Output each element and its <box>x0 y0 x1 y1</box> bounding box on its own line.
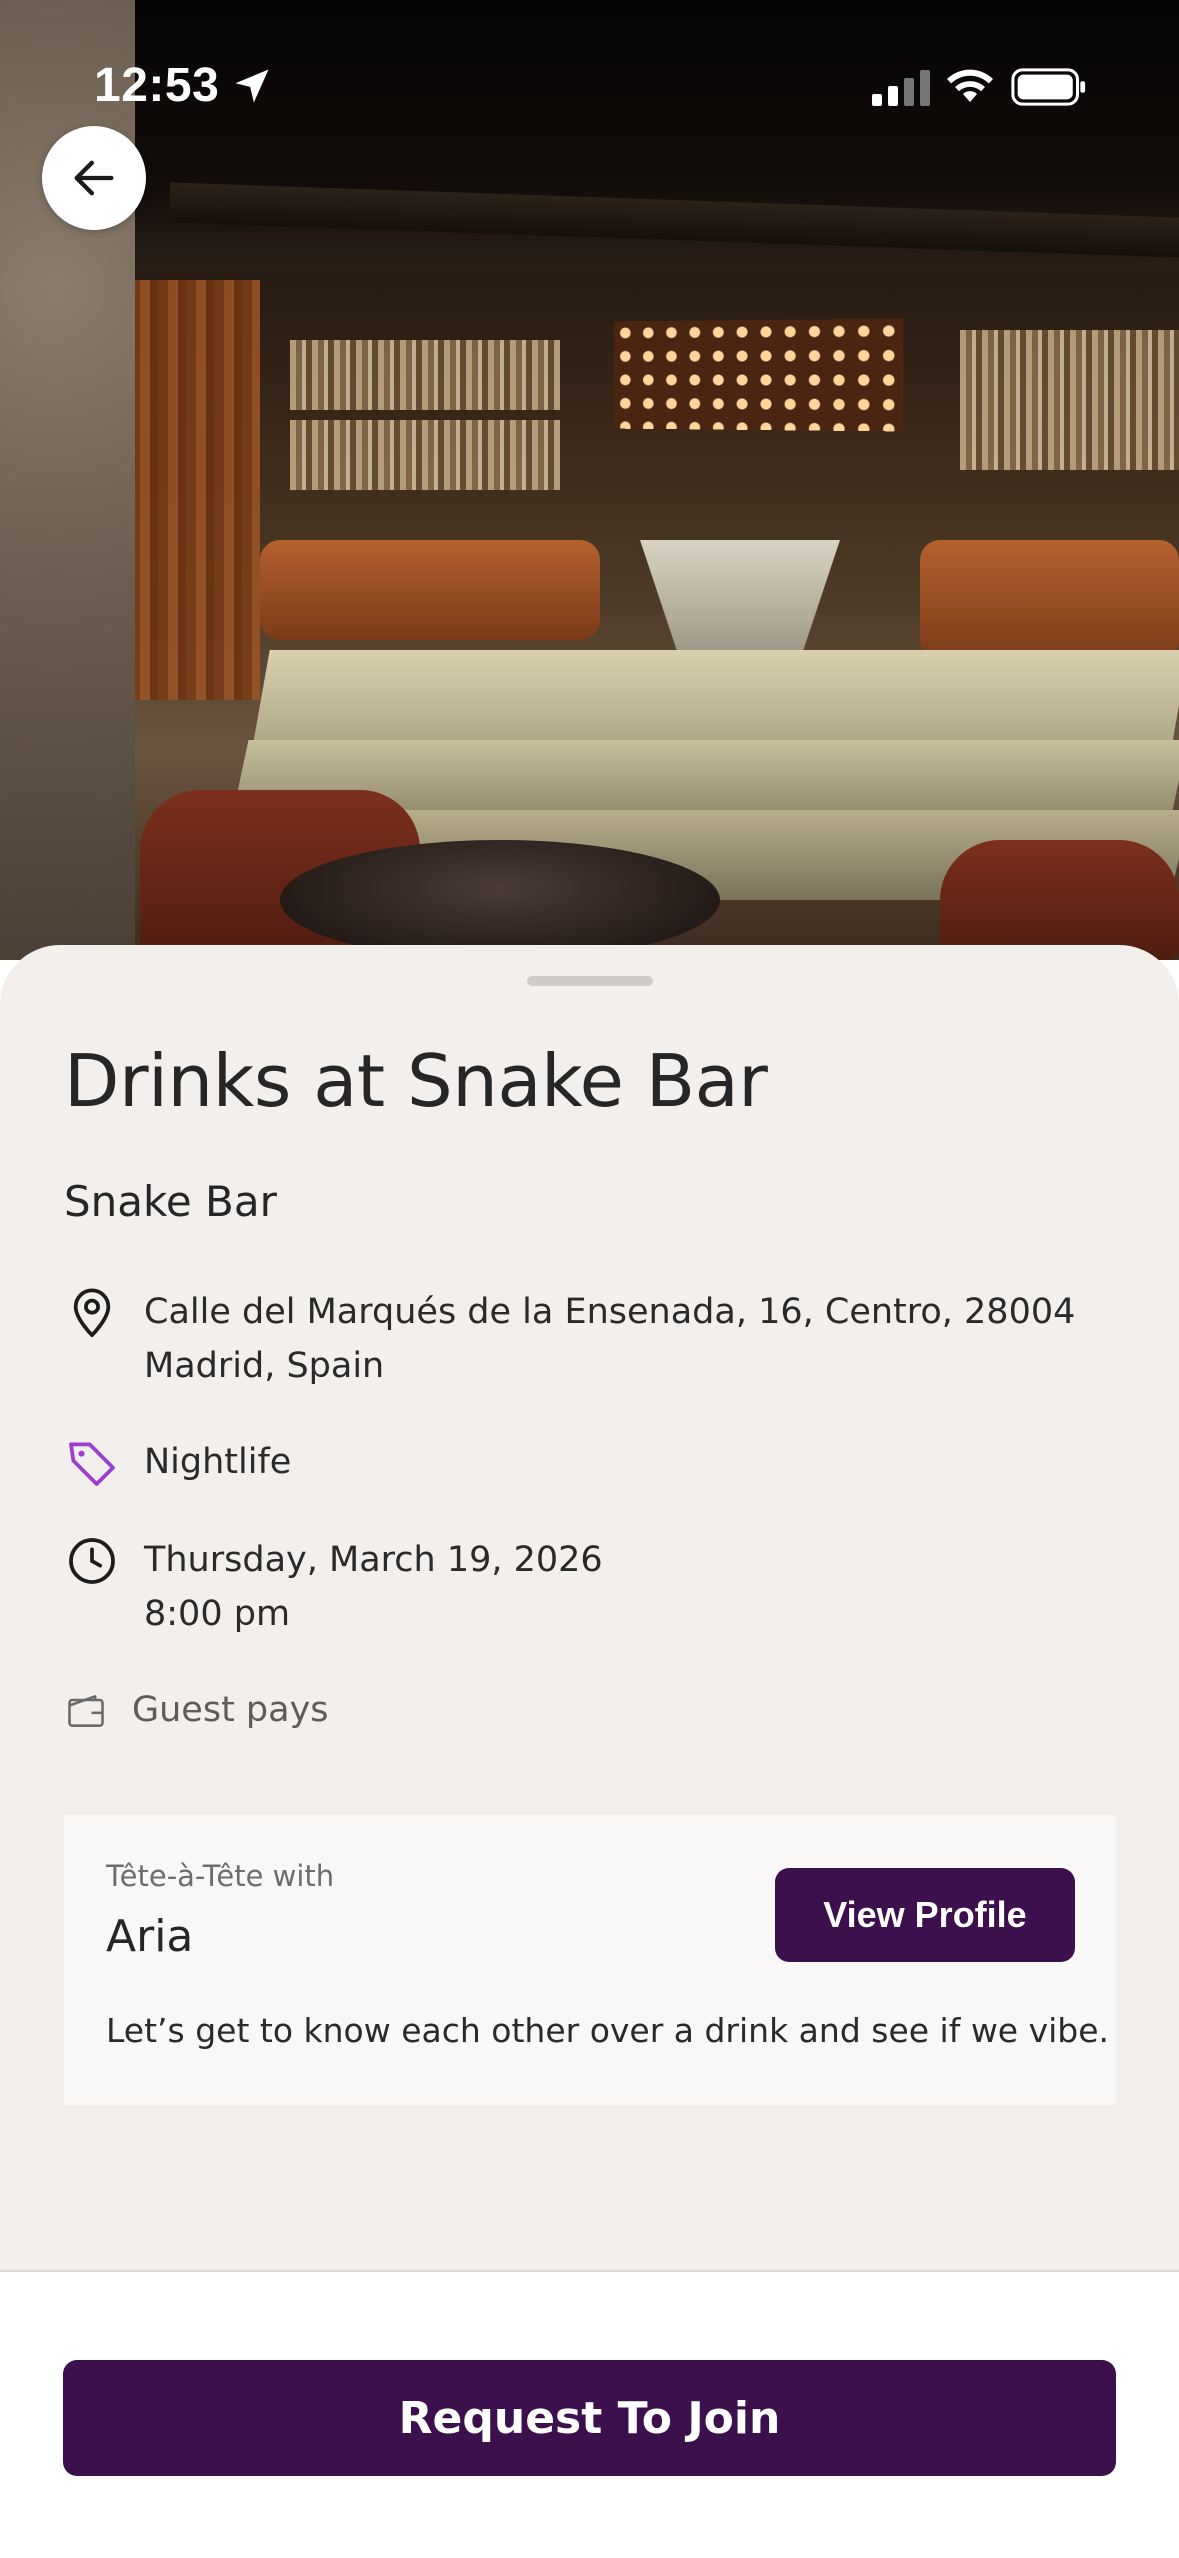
sheet-drag-handle[interactable] <box>527 976 653 986</box>
back-button[interactable] <box>42 126 146 230</box>
battery-icon <box>1011 68 1086 106</box>
category-row: Nightlife <box>64 1435 291 1491</box>
location-arrow-icon <box>235 69 269 103</box>
category-label: Nightlife <box>144 1442 292 1482</box>
clock-icon <box>69 1538 115 1584</box>
photo-curtain <box>130 280 260 700</box>
host-message: Let’s get to know each other over a drin… <box>106 2011 1110 2050</box>
wallet-icon <box>68 1695 104 1727</box>
photo-sofa <box>920 540 1179 660</box>
status-time: 12:53 <box>94 59 220 112</box>
photo-armchair <box>940 840 1179 960</box>
payment-row: Guest pays <box>64 1683 329 1737</box>
address-row: Calle del Marqués de la Ensenada, 16, Ce… <box>64 1285 1075 1393</box>
host-name: Aria <box>106 1911 194 1962</box>
host-card: Tête-à-Tête with Aria View Profile Let’s… <box>64 1815 1116 2105</box>
wifi-icon <box>947 69 993 102</box>
address-text: Calle del Marqués de la Ensenada, 16, Ce… <box>144 1285 1075 1393</box>
photo-shelf <box>290 340 560 410</box>
arrow-left-icon <box>74 160 114 196</box>
request-to-join-button[interactable]: Request To Join <box>63 2360 1116 2476</box>
photo-table <box>280 840 720 960</box>
event-title: Drinks at Snake Bar <box>64 1039 768 1123</box>
datetime-row: Thursday, March 19, 2026 8:00 pm <box>64 1533 603 1641</box>
photo-light-panel <box>613 318 904 432</box>
host-card-label: Tête-à-Tête with <box>106 1859 335 1893</box>
status-bar: 12:53 <box>0 0 1179 170</box>
event-date: Thursday, March 19, 2026 <box>144 1540 603 1580</box>
photo-sofa <box>260 540 600 640</box>
address-line-2: Madrid, Spain <box>144 1346 385 1386</box>
photo-bar-counter <box>640 540 840 660</box>
photo-shelf <box>290 420 560 490</box>
event-details-sheet: Drinks at Snake Bar Snake Bar Calle del … <box>0 945 1179 2270</box>
venue-name: Snake Bar <box>64 1177 277 1226</box>
footer-bar: Request To Join <box>0 2270 1179 2558</box>
map-pin-icon <box>73 1288 111 1338</box>
view-profile-button[interactable]: View Profile <box>775 1868 1075 1962</box>
payment-label: Guest pays <box>132 1690 329 1730</box>
datetime-text: Thursday, March 19, 2026 8:00 pm <box>144 1533 603 1641</box>
photo-shelf <box>960 400 1179 470</box>
address-line-1: Calle del Marqués de la Ensenada, 16, Ce… <box>144 1292 1076 1332</box>
cellular-signal-icon <box>872 70 930 106</box>
photo-shelf <box>960 330 1179 400</box>
tag-icon <box>69 1442 115 1486</box>
event-time: 8:00 pm <box>144 1594 291 1634</box>
